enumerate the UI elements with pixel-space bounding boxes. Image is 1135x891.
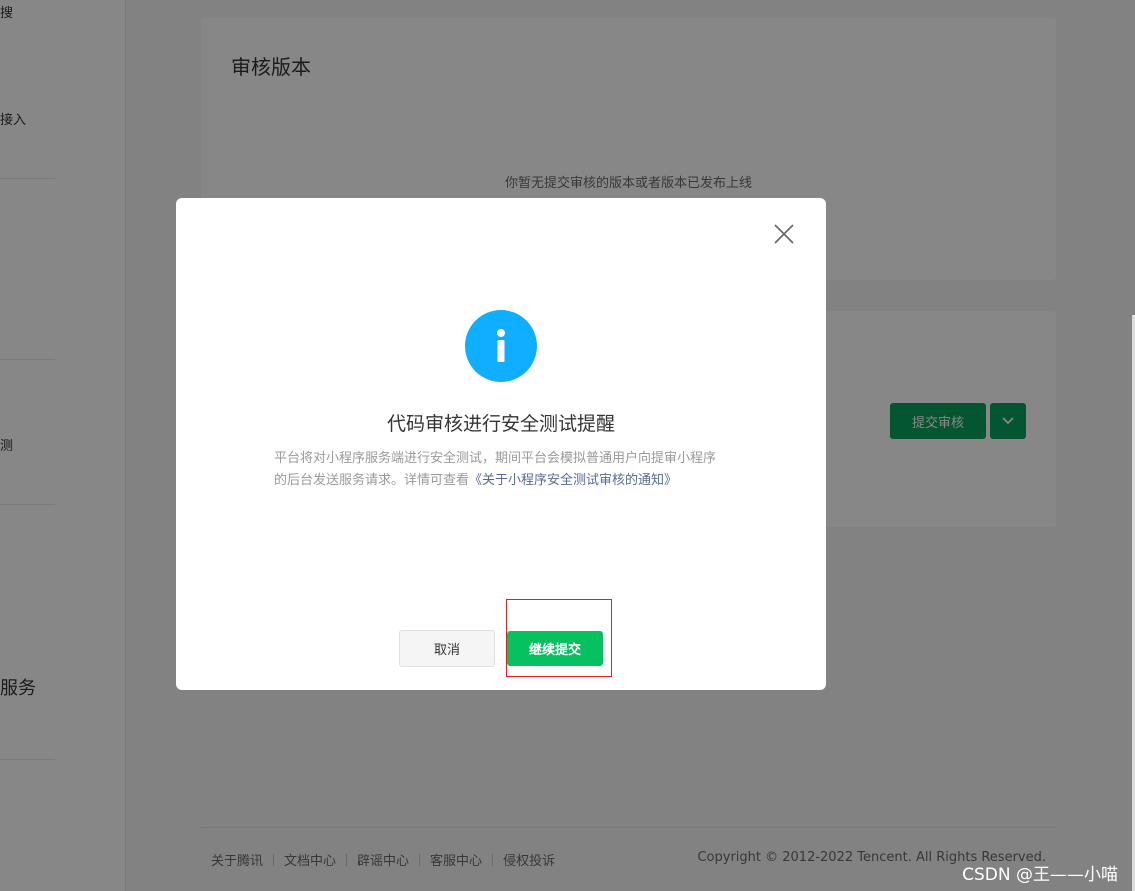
close-icon	[774, 224, 794, 244]
continue-submit-button[interactable]: 继续提交	[507, 631, 603, 666]
info-icon	[465, 310, 537, 382]
dialog-body: 平台将对小程序服务端进行安全测试，期间平台会模拟普通用户向提审小程序的后台发送服…	[274, 448, 728, 492]
cancel-button[interactable]: 取消	[399, 630, 495, 667]
watermark-text: CSDN @王——小喵	[962, 865, 1118, 885]
dialog-title: 代码审核进行安全测试提醒	[386, 413, 615, 435]
security-test-dialog: 代码审核进行安全测试提醒 平台将对小程序服务端进行安全测试，期间平台会模拟普通用…	[176, 198, 826, 690]
close-button[interactable]	[773, 223, 795, 245]
security-notice-link[interactable]: 《关于小程序安全测试审核的通知》	[469, 473, 677, 488]
